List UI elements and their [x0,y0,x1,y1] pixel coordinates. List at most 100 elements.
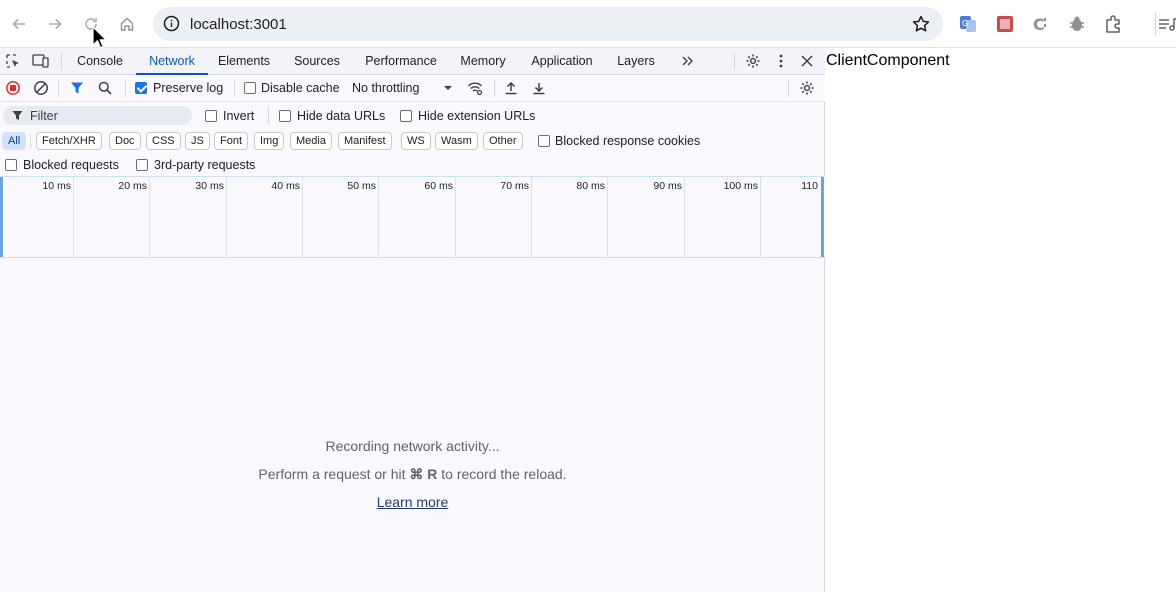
home-icon [120,17,134,31]
blocked-response-cookies-checkbox[interactable] [538,135,550,147]
filter-input[interactable]: Filter [3,106,192,125]
dropdown-arrow-icon[interactable] [440,80,456,96]
filter-placeholder: Filter [30,109,58,123]
blocked-requests-checkbox[interactable] [5,159,17,171]
search-icon[interactable] [97,80,113,96]
invert-checkbox[interactable] [205,110,217,122]
inspect-element-icon[interactable] [4,52,22,70]
reload-hint-suffix: to record the reload. [437,466,567,482]
back-button[interactable] [7,12,31,36]
type-chip-fetch-xhr[interactable]: Fetch/XHR [36,132,102,150]
blocked-response-cookies-label: Blocked response cookies [555,134,701,148]
settings-gear-icon[interactable] [744,52,762,70]
close-devtools-icon[interactable] [798,52,816,70]
image-extension-icon[interactable] [994,13,1016,35]
timeline-tick-label: 10 ms [42,180,71,192]
tab-sources[interactable]: Sources [284,48,350,75]
invert-label: Invert [223,109,255,123]
timeline-tick-label: 50 ms [347,180,376,192]
reload-hint-prefix: Perform a request or hit [258,466,410,482]
device-toolbar-icon[interactable] [32,52,50,70]
type-chip-manifest[interactable]: Manifest [338,132,392,150]
tab-elements[interactable]: Elements [210,48,278,75]
preserve-log-checkbox[interactable] [135,82,147,94]
export-har-download-icon[interactable] [531,80,547,96]
reload-hint: Perform a request or hit ⌘ R to record t… [0,466,825,483]
toolbar-divider [58,80,59,97]
type-chip-all[interactable]: All [2,132,27,150]
network-empty-state: Recording network activity... Perform a … [0,258,825,592]
type-chip-doc[interactable]: Doc [109,132,141,150]
toolbar-divider-2 [125,80,126,97]
translate-extension-icon[interactable]: G [957,13,979,35]
learn-more-link[interactable]: Learn more [377,494,449,510]
type-chip-media[interactable]: Media [290,132,332,150]
site-info-icon[interactable] [163,15,180,32]
third-party-requests-label: 3rd-party requests [154,158,256,172]
tabbar-divider-2 [734,53,735,70]
extensions-puzzle-icon[interactable] [1102,13,1124,35]
import-har-upload-icon[interactable] [503,80,519,96]
timeline-tick-label: 40 ms [271,180,300,192]
media-controls-icon[interactable] [1156,13,1176,35]
address-bar[interactable]: localhost:3001 [153,7,943,41]
timeline-grid-line [226,177,227,257]
type-chip-font[interactable]: Font [214,132,249,150]
type-chip-ws[interactable]: WS [401,132,431,150]
bookmark-star-icon[interactable] [911,14,931,34]
type-chip-css[interactable]: CSS [146,132,181,150]
filter-row: Filter Invert Hide data URLs Hide extens… [0,102,825,129]
type-chip-img[interactable]: Img [254,132,285,150]
filter-funnel-icon[interactable] [69,80,85,96]
timeline-right-handle[interactable] [821,177,824,257]
timeline-tick-label: 60 ms [424,180,453,192]
svg-text:G: G [962,19,968,28]
network-toolbar: Preserve log Disable cache No throttling [0,75,825,102]
code-extension-icon[interactable]: C [1029,13,1051,35]
network-conditions-wifi-icon[interactable] [467,80,483,96]
url-text: localhost:3001 [190,16,287,33]
third-party-requests-checkbox[interactable] [136,159,148,171]
record-stop-icon[interactable] [5,80,21,96]
learn-more-container: Learn more [0,494,825,510]
svg-text:C: C [1033,15,1045,34]
timeline-tick-label: 20 ms [118,180,147,192]
resource-type-filters: All Fetch/XHR Doc CSS JS Font Img Media … [0,129,825,153]
request-filters-row: Blocked requests 3rd-party requests [0,153,825,177]
tab-layers[interactable]: Layers [608,48,664,75]
tab-performance[interactable]: Performance [356,48,446,75]
timeline-tick-label: 90 ms [653,180,682,192]
hide-extension-urls-checkbox[interactable] [400,110,412,122]
clear-icon[interactable] [33,80,49,96]
tab-application[interactable]: Application [522,48,602,75]
timeline-grid-line [760,177,761,257]
kebab-menu-icon[interactable] [772,52,790,70]
forward-button[interactable] [43,12,67,36]
type-chip-other[interactable]: Other [483,132,523,150]
tab-console[interactable]: Console [68,48,132,75]
type-chip-js[interactable]: JS [185,132,210,150]
hide-data-urls-checkbox[interactable] [279,110,291,122]
toolbar-divider-4 [494,80,495,97]
throttling-select[interactable]: No throttling [352,81,419,95]
tab-memory[interactable]: Memory [452,48,514,75]
recording-message: Recording network activity... [325,438,500,454]
arrow-right-icon [49,18,62,30]
tab-network[interactable]: Network [136,48,208,75]
type-chip-wasm[interactable]: Wasm [435,132,478,150]
disable-cache-checkbox[interactable] [244,82,256,94]
timeline-overview[interactable]: 10 ms 20 ms 30 ms 40 ms 50 ms 60 ms 70 m… [0,177,825,258]
filter-divider [268,107,269,124]
more-tabs-chevron-icon[interactable] [679,52,697,70]
reload-shortcut: ⌘ R [409,466,438,482]
bug-extension-icon[interactable] [1066,13,1088,35]
hide-extension-urls-label: Hide extension URLs [418,109,536,123]
timeline-tick-label: 30 ms [195,180,224,192]
timeline-grid-line [607,177,608,257]
network-settings-gear-icon[interactable] [799,80,815,96]
timeline-grid-line [684,177,685,257]
home-button[interactable] [115,12,139,36]
timeline-left-handle[interactable] [0,177,3,257]
disable-cache-label: Disable cache [261,81,340,95]
timeline-tick-label: 100 ms [723,180,758,192]
